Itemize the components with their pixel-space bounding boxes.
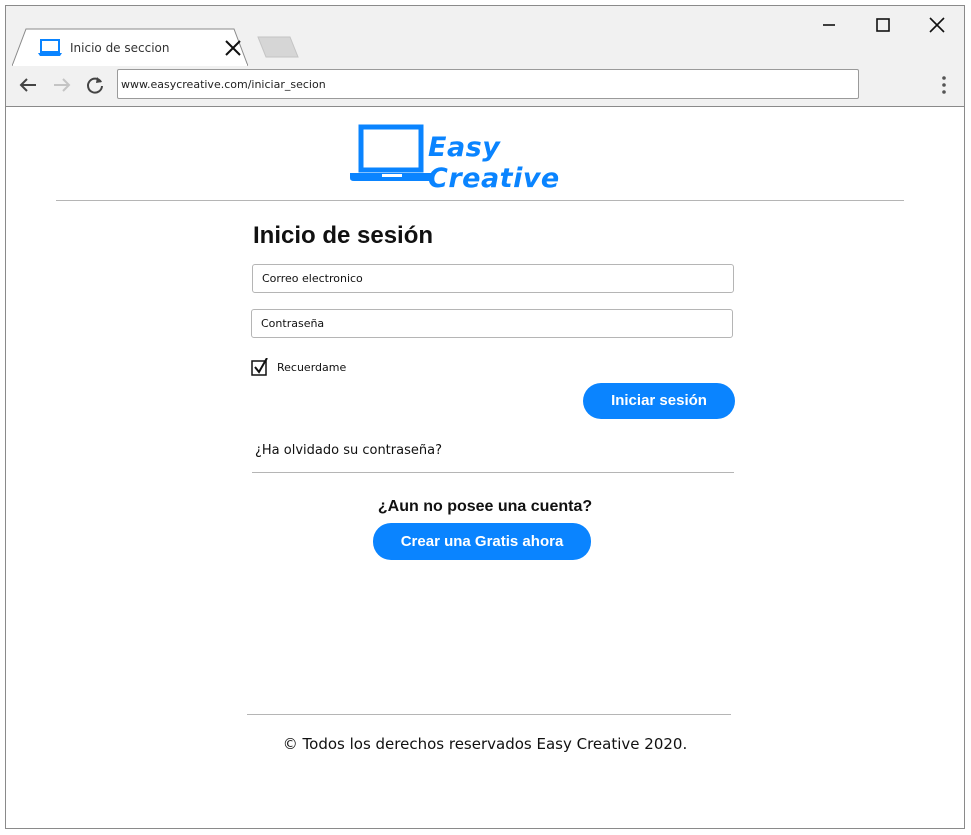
- forward-arrow-icon[interactable]: [51, 74, 73, 96]
- page-title: Inicio de sesión: [253, 222, 434, 249]
- minimize-icon[interactable]: [818, 14, 840, 36]
- forgot-password-link[interactable]: ¿Ha olvidado su contraseña?: [255, 443, 442, 458]
- title-bar: Inicio de seccion: [6, 6, 964, 66]
- logo-text: Easy Creative: [428, 132, 560, 194]
- back-arrow-icon[interactable]: [17, 74, 39, 96]
- footer-copyright: © Todos los derechos reservados Easy Cre…: [282, 735, 688, 753]
- browser-toolbar: www.easycreative.com/iniciar_secion: [6, 66, 964, 107]
- menu-dots-icon[interactable]: [934, 74, 954, 96]
- browser-window: Inicio de seccion www.easycreative.com/i…: [5, 5, 965, 829]
- page-content: Easy Creative Inicio de sesión Correo el…: [6, 107, 964, 828]
- new-tab-button[interactable]: [256, 36, 300, 58]
- footer-divider: [247, 714, 731, 715]
- maximize-icon[interactable]: [872, 14, 894, 36]
- signup-prompt: ¿Aun no posee una cuenta?: [377, 498, 593, 515]
- password-field[interactable]: Contraseña: [251, 309, 733, 338]
- site-logo[interactable]: Easy Creative: [348, 122, 618, 194]
- reload-icon[interactable]: [84, 74, 106, 96]
- header-divider: [56, 200, 904, 201]
- laptop-icon: [38, 39, 62, 56]
- close-tab-icon[interactable]: [224, 39, 242, 57]
- address-bar[interactable]: www.easycreative.com/iniciar_secion: [117, 69, 859, 99]
- address-url: www.easycreative.com/iniciar_secion: [121, 78, 326, 91]
- section-divider: [252, 472, 734, 473]
- remember-checkbox[interactable]: [251, 358, 269, 376]
- email-field[interactable]: Correo electronico: [252, 264, 734, 293]
- browser-tab[interactable]: Inicio de seccion: [12, 28, 248, 66]
- email-field-value: Correo electronico: [262, 272, 363, 285]
- remember-label: Recuerdame: [277, 361, 347, 374]
- create-account-button[interactable]: Crear una Gratis ahora: [373, 523, 591, 560]
- tab-title: Inicio de seccion: [70, 41, 170, 55]
- login-button[interactable]: Iniciar sesión: [583, 383, 735, 419]
- password-field-value: Contraseña: [261, 317, 325, 330]
- laptop-logo-icon: [350, 124, 434, 181]
- close-window-icon[interactable]: [926, 14, 948, 36]
